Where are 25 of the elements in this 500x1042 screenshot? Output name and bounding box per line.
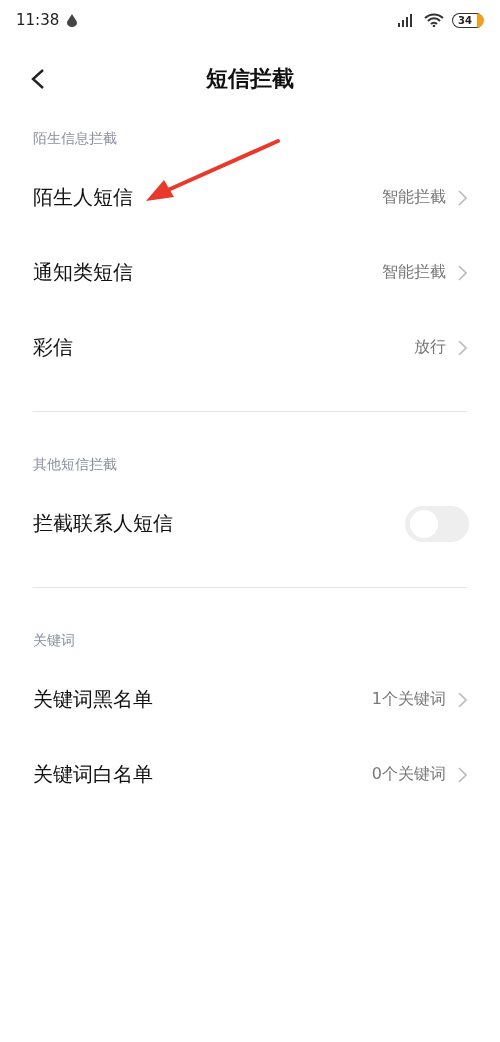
row-title: 关键词黑名单 <box>33 686 154 713</box>
drop-icon <box>67 13 78 27</box>
clock-time: 11:38 <box>16 11 60 29</box>
chevron-right-icon[interactable] <box>458 264 467 281</box>
page-title: 短信拦截 <box>206 65 294 93</box>
battery-icon: 34 <box>452 12 484 28</box>
chevron-right-icon[interactable] <box>458 189 467 206</box>
row-title: 陌生人短信 <box>33 184 134 211</box>
chevron-right-icon[interactable] <box>458 339 467 356</box>
section-label: 关键词 <box>32 631 76 650</box>
row-value: 智能拦截 <box>382 187 446 208</box>
chevron-right-icon[interactable] <box>458 766 467 783</box>
row-value: 智能拦截 <box>382 262 446 283</box>
wifi-icon <box>424 13 444 27</box>
section-label: 其他短信拦截 <box>32 455 118 474</box>
back-icon[interactable] <box>30 68 46 90</box>
row-value: 放行 <box>414 337 446 358</box>
row-value: 1个关键词 <box>371 689 446 710</box>
section-label: 陌生信息拦截 <box>32 129 118 148</box>
row-title: 通知类短信 <box>33 259 134 286</box>
chevron-right-icon[interactable] <box>458 691 467 708</box>
row-title: 拦截联系人短信 <box>33 510 174 537</box>
row-value: 0个关键词 <box>371 764 446 785</box>
row-title: 关键词白名单 <box>33 761 154 788</box>
row-title: 彩信 <box>33 334 74 361</box>
